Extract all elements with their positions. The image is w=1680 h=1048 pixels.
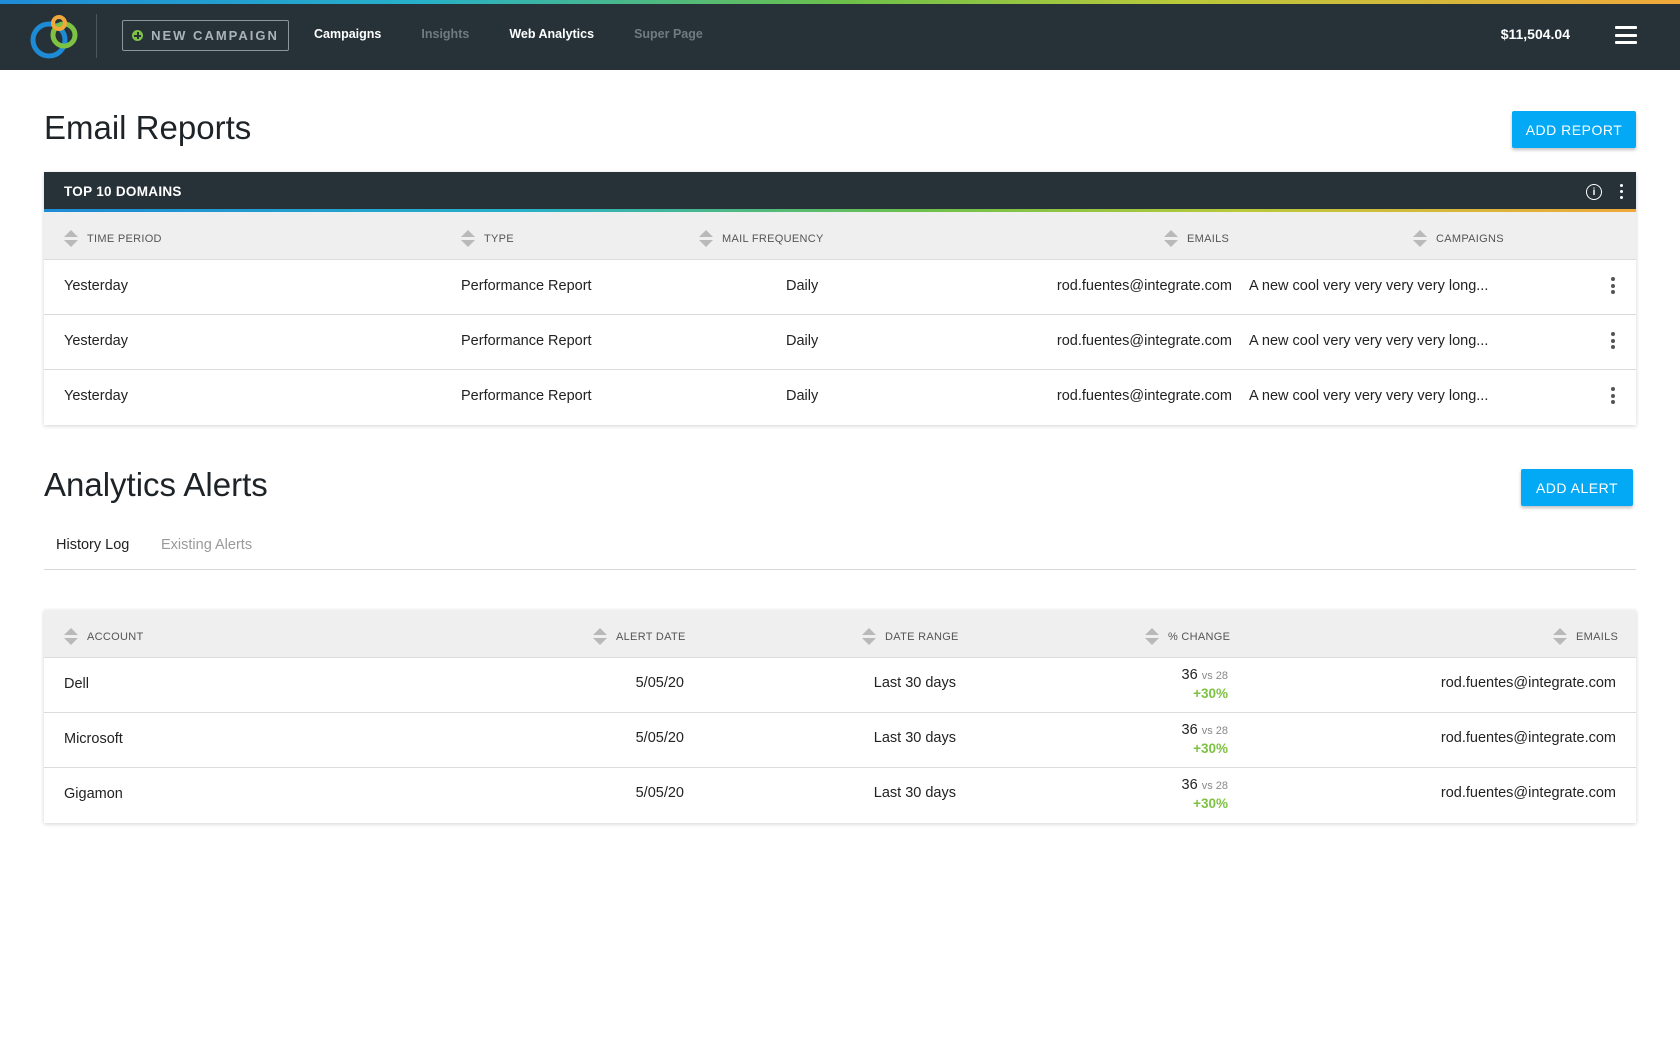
add-alert-button[interactable]: ADD ALERT	[1521, 469, 1633, 506]
nav-link-super-page[interactable]: Super Page	[634, 27, 703, 41]
percent-change-cell: 36 vs 28 +30%	[1182, 667, 1228, 702]
tab-history-log[interactable]: History Log	[56, 537, 129, 553]
card-header: TOP 10 DOMAINS i	[44, 172, 1636, 212]
card-title: TOP 10 DOMAINS	[64, 184, 182, 199]
current-value: 36	[1181, 777, 1198, 793]
sort-icon	[64, 628, 78, 646]
account-balance: $11,504.04	[1500, 26, 1570, 42]
main-nav: Campaigns Insights Web Analytics Super P…	[314, 27, 743, 41]
account-cell: Microsoft	[64, 731, 123, 747]
email-cell: rod.fuentes@integrate.com	[1440, 675, 1616, 691]
sort-icon	[1413, 230, 1427, 248]
top-nav-bar: NEW CAMPAIGN Campaigns Insights Web Anal…	[0, 0, 1680, 70]
sort-icon	[461, 230, 475, 248]
table-row: Dell 5/05/20 Last 30 days 36 vs 28 +30% …	[44, 658, 1636, 713]
menu-icon[interactable]	[1615, 26, 1637, 44]
table-row: Yesterday Performance Report Daily rod.f…	[44, 315, 1636, 370]
column-emails[interactable]: EMAILS	[1553, 628, 1618, 646]
type-cell: Performance Report	[461, 278, 592, 294]
sort-icon	[699, 230, 713, 248]
current-value: 36	[1181, 722, 1198, 738]
column-campaigns[interactable]: CAMPAIGNS	[1413, 230, 1504, 248]
current-value: 36	[1181, 667, 1198, 683]
email-cell: rod.fuentes@integrate.com	[1056, 278, 1232, 294]
percent-change-cell: 36 vs 28 +30%	[1182, 722, 1228, 757]
analytics-alerts-title: Analytics Alerts	[44, 466, 268, 503]
column-type[interactable]: TYPE	[461, 230, 514, 248]
column-account[interactable]: ACCOUNT	[64, 628, 144, 646]
alerts-table-header: ACCOUNT ALERT DATE DATE RANGE % CHANGE E…	[44, 610, 1636, 658]
type-cell: Performance Report	[461, 388, 592, 404]
info-icon[interactable]: i	[1586, 184, 1602, 200]
account-cell: Dell	[64, 676, 89, 692]
sort-icon	[862, 628, 876, 646]
previous-value: vs 28	[1201, 725, 1228, 737]
campaign-cell: A new cool very very very very long...	[1249, 333, 1489, 349]
nav-divider	[96, 14, 97, 58]
email-cell: rod.fuentes@integrate.com	[1440, 730, 1616, 746]
table-row: Yesterday Performance Report Daily rod.f…	[44, 370, 1636, 425]
change-percent: +30%	[1193, 796, 1228, 811]
change-percent: +30%	[1193, 741, 1228, 756]
frequency-cell: Daily	[786, 388, 819, 404]
tab-existing-alerts[interactable]: Existing Alerts	[161, 537, 252, 553]
campaign-cell: A new cool very very very very long...	[1249, 278, 1489, 294]
email-cell: rod.fuentes@integrate.com	[1056, 388, 1232, 404]
sort-icon	[1553, 628, 1567, 646]
new-campaign-label: NEW CAMPAIGN	[151, 28, 279, 43]
table-row: Microsoft 5/05/20 Last 30 days 36 vs 28 …	[44, 713, 1636, 768]
alert-date-cell: 5/05/20	[635, 730, 684, 746]
nav-link-web-analytics[interactable]: Web Analytics	[509, 27, 594, 41]
table-row: Gigamon 5/05/20 Last 30 days 36 vs 28 +3…	[44, 768, 1636, 823]
time-period-cell: Yesterday	[64, 278, 128, 294]
alert-date-cell: 5/05/20	[635, 675, 684, 691]
time-period-cell: Yesterday	[64, 388, 128, 404]
column-alert-date[interactable]: ALERT DATE	[593, 628, 686, 646]
sort-icon	[64, 230, 78, 248]
sort-icon	[1145, 628, 1159, 646]
sort-icon	[593, 628, 607, 646]
alerts-tabs: History Log Existing Alerts	[44, 530, 1636, 570]
column-percent-change[interactable]: % CHANGE	[1145, 628, 1230, 646]
top-domains-card: TOP 10 DOMAINS i TIME PERIOD TYPE MAIL F…	[44, 172, 1636, 425]
add-report-button[interactable]: ADD REPORT	[1512, 111, 1636, 148]
email-cell: rod.fuentes@integrate.com	[1440, 785, 1616, 801]
nav-link-insights[interactable]: Insights	[421, 27, 469, 41]
email-reports-title: Email Reports	[44, 109, 252, 146]
previous-value: vs 28	[1201, 780, 1228, 792]
date-range-cell: Last 30 days	[873, 785, 956, 801]
top-accent-stripe	[0, 0, 1680, 4]
percent-change-cell: 36 vs 28 +30%	[1182, 777, 1228, 812]
card-more-icon[interactable]	[1618, 184, 1624, 200]
table-row: Yesterday Performance Report Daily rod.f…	[44, 260, 1636, 315]
account-cell: Gigamon	[64, 786, 123, 802]
sort-icon	[1164, 230, 1178, 248]
new-campaign-button[interactable]: NEW CAMPAIGN	[122, 20, 289, 51]
alert-date-cell: 5/05/20	[635, 785, 684, 801]
reports-table-header: TIME PERIOD TYPE MAIL FREQUENCY EMAILS C…	[44, 212, 1636, 260]
previous-value: vs 28	[1201, 670, 1228, 682]
campaign-cell: A new cool very very very very long...	[1249, 388, 1489, 404]
change-percent: +30%	[1193, 686, 1228, 701]
row-more-icon[interactable]	[1610, 332, 1616, 350]
row-more-icon[interactable]	[1610, 387, 1616, 405]
frequency-cell: Daily	[786, 278, 819, 294]
date-range-cell: Last 30 days	[873, 675, 956, 691]
column-mail-frequency[interactable]: MAIL FREQUENCY	[699, 230, 824, 248]
frequency-cell: Daily	[786, 333, 819, 349]
column-date-range[interactable]: DATE RANGE	[862, 628, 959, 646]
email-cell: rod.fuentes@integrate.com	[1056, 333, 1232, 349]
time-period-cell: Yesterday	[64, 333, 128, 349]
app-logo-icon[interactable]	[29, 14, 83, 60]
alerts-table-card: ACCOUNT ALERT DATE DATE RANGE % CHANGE E…	[44, 610, 1636, 823]
plus-circle-icon	[132, 30, 144, 41]
column-time-period[interactable]: TIME PERIOD	[64, 230, 162, 248]
nav-link-campaigns[interactable]: Campaigns	[314, 27, 381, 41]
column-emails[interactable]: EMAILS	[1164, 230, 1229, 248]
row-more-icon[interactable]	[1610, 277, 1616, 295]
type-cell: Performance Report	[461, 333, 592, 349]
date-range-cell: Last 30 days	[873, 730, 956, 746]
